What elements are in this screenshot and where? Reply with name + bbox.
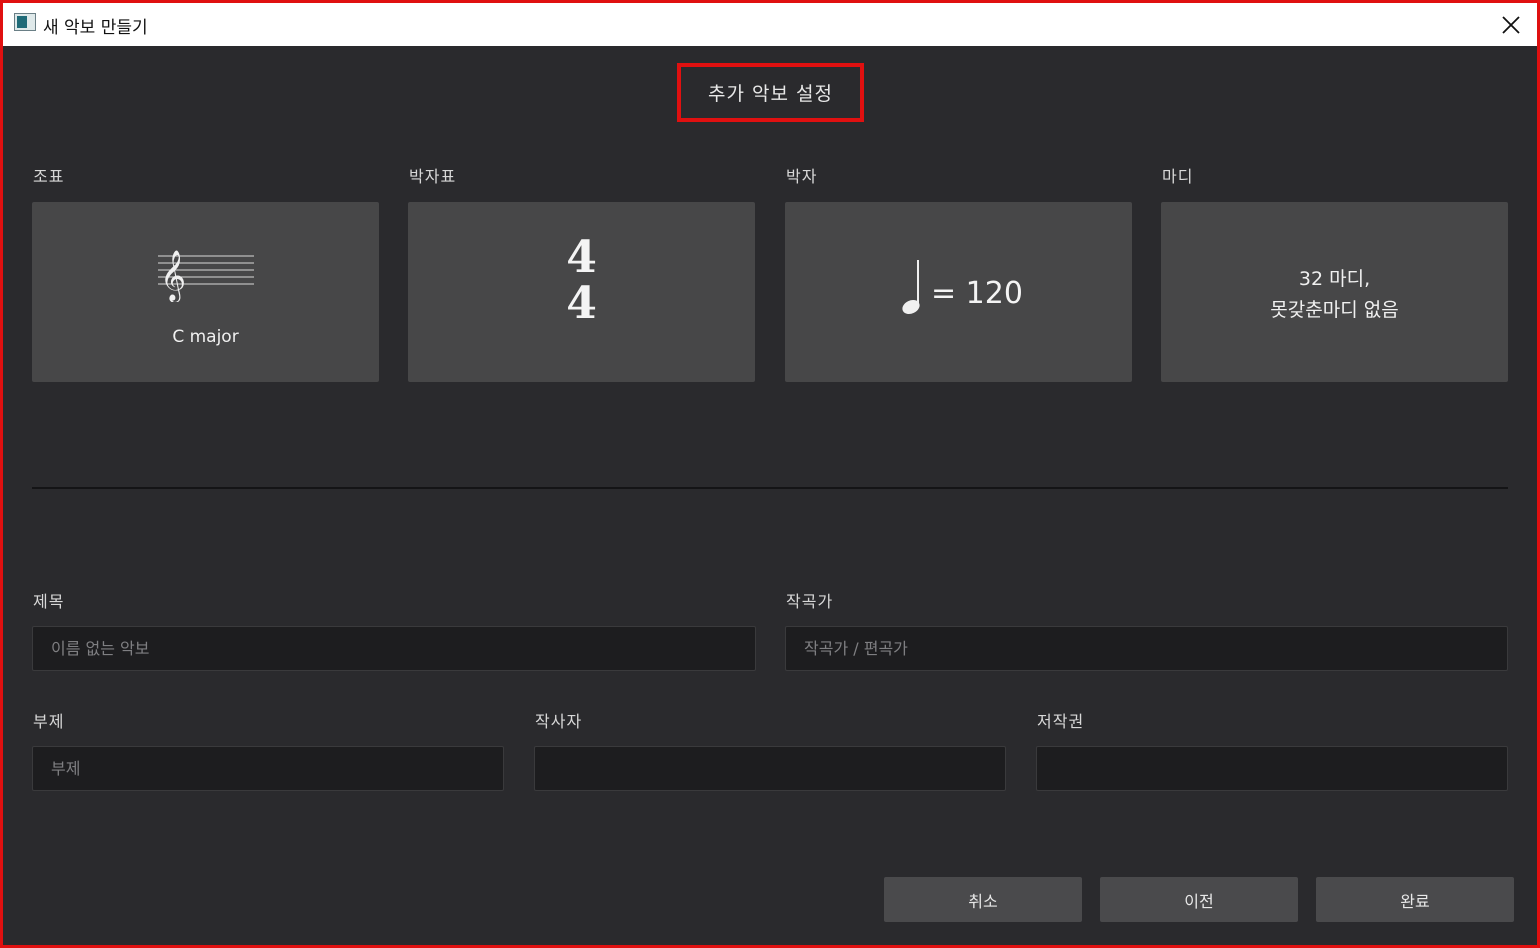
title-input[interactable] xyxy=(32,626,756,671)
subtitle-label: 부제 xyxy=(33,712,65,731)
time-signature-denominator: 4 xyxy=(566,278,597,329)
back-button[interactable]: 이전 xyxy=(1100,877,1298,922)
tempo-card[interactable]: = 120 xyxy=(785,202,1132,382)
title-label: 제목 xyxy=(33,592,65,611)
key-signature-value: C major xyxy=(172,327,239,347)
cancel-button[interactable]: 취소 xyxy=(884,877,1082,922)
measures-count: 32 마디, xyxy=(1298,268,1371,290)
window-title: 새 악보 만들기 xyxy=(43,18,148,38)
section-divider xyxy=(32,487,1508,489)
treble-clef-icon: 𝄞 xyxy=(158,250,254,302)
finish-button[interactable]: 완료 xyxy=(1316,877,1514,922)
composer-label: 작곡가 xyxy=(786,592,834,611)
time-signature-numerator: 4 xyxy=(566,232,597,283)
copyright-label: 저작권 xyxy=(1037,712,1085,731)
page-heading-text: 추가 악보 설정 xyxy=(708,83,833,105)
quarter-note-icon xyxy=(902,260,920,315)
measures-pickup: 못갖춘마디 없음 xyxy=(1270,299,1399,321)
svg-text:𝄞: 𝄞 xyxy=(160,250,186,302)
lyricist-input[interactable] xyxy=(534,746,1006,791)
subtitle-input[interactable] xyxy=(32,746,504,791)
close-button[interactable] xyxy=(1493,7,1529,43)
composer-input[interactable] xyxy=(785,626,1508,671)
lyricist-label: 작사자 xyxy=(535,712,583,731)
title-bar: 새 악보 만들기 xyxy=(3,3,1537,46)
key-signature-label: 조표 xyxy=(33,167,65,186)
tempo-label: 박자 xyxy=(786,167,818,186)
measures-label: 마디 xyxy=(1162,167,1194,186)
close-icon xyxy=(1502,16,1520,34)
tempo-value: = 120 xyxy=(931,276,1023,311)
key-signature-card[interactable]: 𝄞 C major xyxy=(32,202,379,382)
dialog-content: 추가 악보 설정 조표 박자표 박자 마디 𝄞 C major 4 4 = 12… xyxy=(3,46,1537,945)
measures-card[interactable]: 32 마디, 못갖춘마디 없음 xyxy=(1161,202,1508,382)
copyright-input[interactable] xyxy=(1036,746,1508,791)
time-signature-card[interactable]: 4 4 xyxy=(408,202,755,382)
time-signature-label: 박자표 xyxy=(409,167,457,186)
page-heading: 추가 악보 설정 xyxy=(677,63,864,122)
app-icon xyxy=(14,13,36,31)
